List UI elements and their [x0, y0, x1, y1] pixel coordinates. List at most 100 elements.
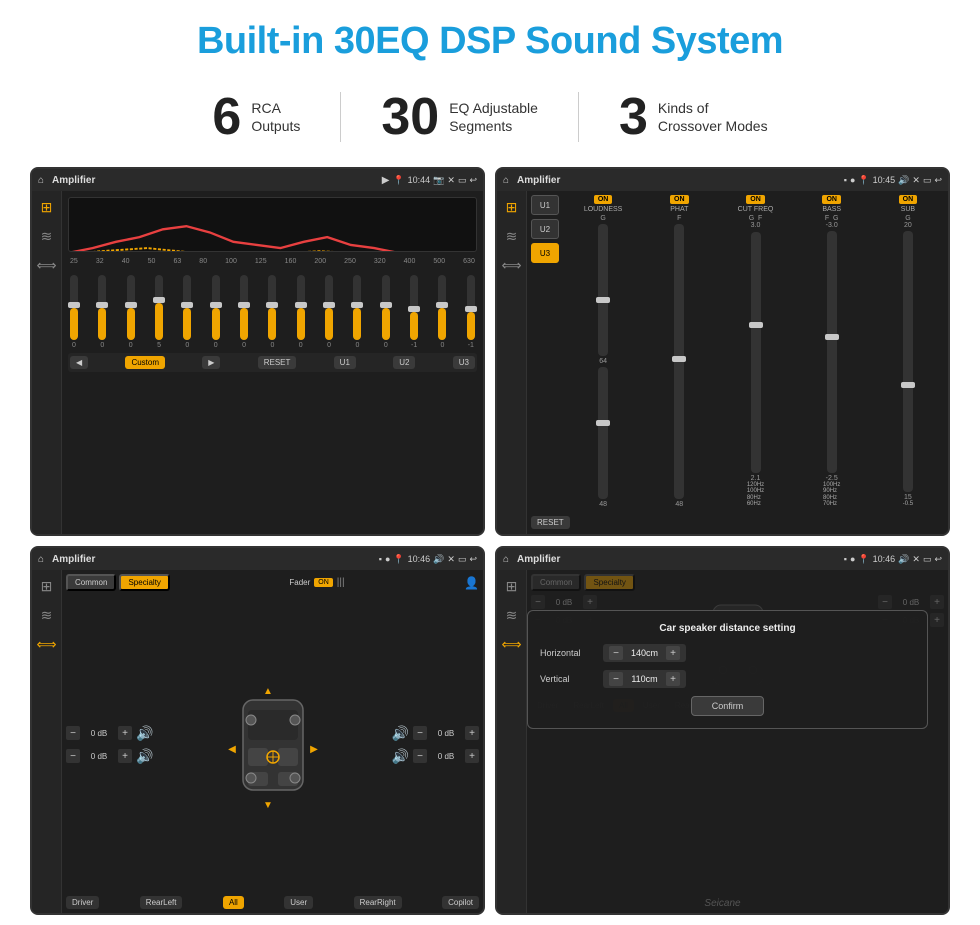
- stat-rca-label: RCAOutputs: [251, 99, 300, 135]
- amp-back-icon: ↩: [934, 175, 942, 186]
- eq-custom-btn[interactable]: Custom: [125, 356, 165, 369]
- eq-freq-50: 50: [148, 258, 156, 265]
- eq-u1-btn[interactable]: U1: [334, 356, 356, 369]
- fader-ctl4-speaker-icon: 🔊: [392, 748, 409, 765]
- fader-ctl3-val: 0 dB: [431, 729, 461, 738]
- fader-sidebar-wave-icon[interactable]: ≋: [41, 607, 53, 624]
- eq-curve-svg: [69, 198, 476, 252]
- fader-sq-icon: ▪: [379, 554, 382, 564]
- fader-ctl1-speaker-icon: 🔊: [136, 725, 153, 742]
- eq-slider-11: 0: [382, 275, 390, 349]
- amp-cutfreq-label: CUT FREQ: [738, 206, 774, 213]
- fader-sidebar-arrows-icon[interactable]: ⟺: [36, 636, 56, 653]
- dist-bg-specialty: Specialty: [584, 574, 634, 591]
- amp-sub-on: ON: [899, 195, 918, 204]
- fader-sidebar-eq-icon[interactable]: ⊞: [41, 578, 53, 595]
- fader-sidebar: ⊞ ≋ ⟺: [32, 570, 62, 913]
- fader-ctl3-minus[interactable]: −: [413, 726, 427, 740]
- fader-ctl2-minus[interactable]: −: [66, 749, 80, 763]
- amp-bass-label: BASS: [822, 206, 841, 213]
- fader-rearleft-btn[interactable]: RearLeft: [140, 896, 183, 909]
- amp-reset-btn[interactable]: RESET: [531, 516, 570, 529]
- horizontal-minus-btn[interactable]: −: [609, 646, 623, 660]
- eq-slider-9: 0: [325, 275, 333, 349]
- fader-top: Common Specialty Fader ON ||| 👤: [66, 574, 479, 591]
- screens-grid: ⌂ Amplifier ▶ 📍 10:44 📷 ✕ ▭ ↩ ⊞ ≋ ⟺: [30, 167, 950, 915]
- speaker-diagram: ▲ ▼ ◀ ▶: [159, 597, 385, 892]
- eq-slider-5: 0: [212, 275, 220, 349]
- horizontal-row: Horizontal − 140cm +: [540, 644, 915, 662]
- dist-sidebar-arrows-icon[interactable]: ⟺: [501, 636, 521, 653]
- fader-label: Fader: [289, 578, 310, 587]
- vertical-minus-btn[interactable]: −: [609, 672, 623, 686]
- amp-sidebar-wave-icon[interactable]: ≋: [506, 228, 518, 245]
- fader-ctl1-minus[interactable]: −: [66, 726, 80, 740]
- fader-screen-content: ⊞ ≋ ⟺ Common Specialty Fader ON |||: [32, 570, 483, 913]
- amp-u2-btn[interactable]: U2: [531, 219, 559, 239]
- fader-dot-icon: ●: [385, 554, 390, 564]
- fader-ctl3-plus[interactable]: +: [465, 726, 479, 740]
- eq-screen-title: Amplifier: [52, 175, 378, 186]
- fader-rearright-btn[interactable]: RearRight: [354, 896, 402, 909]
- eq-reset-btn[interactable]: RESET: [258, 356, 297, 369]
- amp-presets: U1 U2 U3: [531, 195, 559, 508]
- screen-eq: ⌂ Amplifier ▶ 📍 10:44 📷 ✕ ▭ ↩ ⊞ ≋ ⟺: [30, 167, 485, 536]
- horizontal-plus-btn[interactable]: +: [666, 646, 680, 660]
- eq-freq-500: 500: [433, 258, 445, 265]
- fader-ctl4-plus[interactable]: +: [465, 749, 479, 763]
- fader-ctl4-minus[interactable]: −: [413, 749, 427, 763]
- dist-sidebar-wave-icon[interactable]: ≋: [506, 607, 518, 624]
- eq-prev-btn[interactable]: ◀: [70, 356, 88, 369]
- amp-square-icon: ▪: [844, 175, 847, 185]
- fader-home-icon: ⌂: [38, 554, 44, 565]
- vertical-row: Vertical − 110cm +: [540, 670, 915, 688]
- eq-u2-btn[interactable]: U2: [393, 356, 415, 369]
- fader-left-controls: − 0 dB + 🔊 − 0 dB + 🔊: [66, 597, 153, 892]
- eq-slider-3: 5: [155, 275, 163, 349]
- amp-status-icons: ▪ ● 📍 10:45 🔊 ✕ ▭ ↩: [844, 175, 942, 186]
- eq-slider-1: 0: [98, 275, 106, 349]
- dist-sidebar-eq-icon[interactable]: ⊞: [506, 578, 518, 595]
- vertical-value: 110cm: [627, 674, 662, 684]
- fader-common-tab[interactable]: Common: [66, 574, 116, 591]
- eq-freq-40: 40: [122, 258, 130, 265]
- eq-slider-10: 0: [353, 275, 361, 349]
- car-diagram-svg: ▲ ▼ ◀ ▶: [218, 680, 328, 810]
- fader-ctl2-plus[interactable]: +: [118, 749, 132, 763]
- vertical-plus-btn[interactable]: +: [666, 672, 680, 686]
- amp-u3-btn[interactable]: U3: [531, 243, 559, 263]
- dist-vol-icon: 🔊: [898, 554, 909, 565]
- eq-slider-8: 0: [297, 275, 305, 349]
- fader-min-icon: ▭: [458, 554, 467, 565]
- eq-slider-14: -1: [467, 275, 475, 349]
- amp-min-icon: ▭: [923, 175, 932, 186]
- fader-copilot-btn[interactable]: Copilot: [442, 896, 479, 909]
- eq-sidebar-eq-icon[interactable]: ⊞: [41, 199, 53, 216]
- fader-ctl1-plus[interactable]: +: [118, 726, 132, 740]
- stat-eq-label: EQ AdjustableSegments: [449, 99, 538, 135]
- amp-sidebar-eq-icon[interactable]: ⊞: [506, 199, 518, 216]
- eq-inner: 25 32 40 50 63 80 100 125 160 200 250 32…: [62, 191, 483, 534]
- eq-sidebar-arrows-icon[interactable]: ⟺: [36, 257, 56, 274]
- vertical-label: Vertical: [540, 674, 595, 684]
- dist-status-icons: ▪ ● 📍 10:46 🔊 ✕ ▭ ↩: [844, 554, 942, 565]
- eq-next-btn[interactable]: ▶: [202, 356, 220, 369]
- svg-text:◀: ◀: [228, 744, 236, 755]
- amp-u1-btn[interactable]: U1: [531, 195, 559, 215]
- fader-user-btn[interactable]: User: [284, 896, 313, 909]
- svg-text:▲: ▲: [263, 686, 273, 697]
- dist-sidebar: ⊞ ≋ ⟺: [497, 570, 527, 913]
- eq-u3-btn[interactable]: U3: [453, 356, 475, 369]
- eq-slider-7: 0: [268, 275, 276, 349]
- dist-bg-common: Common: [531, 574, 581, 591]
- main-title: Built-in 30EQ DSP Sound System: [197, 20, 783, 63]
- confirm-button[interactable]: Confirm: [691, 696, 765, 716]
- amp-close-icon: ✕: [912, 175, 920, 186]
- fader-back-icon: ↩: [469, 554, 477, 565]
- fader-specialty-tab[interactable]: Specialty: [119, 574, 169, 591]
- amp-volume-icon: 🔊: [898, 175, 909, 186]
- amp-sidebar-arrows-icon[interactable]: ⟺: [501, 257, 521, 274]
- fader-all-btn[interactable]: All: [223, 896, 244, 909]
- eq-sidebar-wave-icon[interactable]: ≋: [41, 228, 53, 245]
- fader-driver-btn[interactable]: Driver: [66, 896, 99, 909]
